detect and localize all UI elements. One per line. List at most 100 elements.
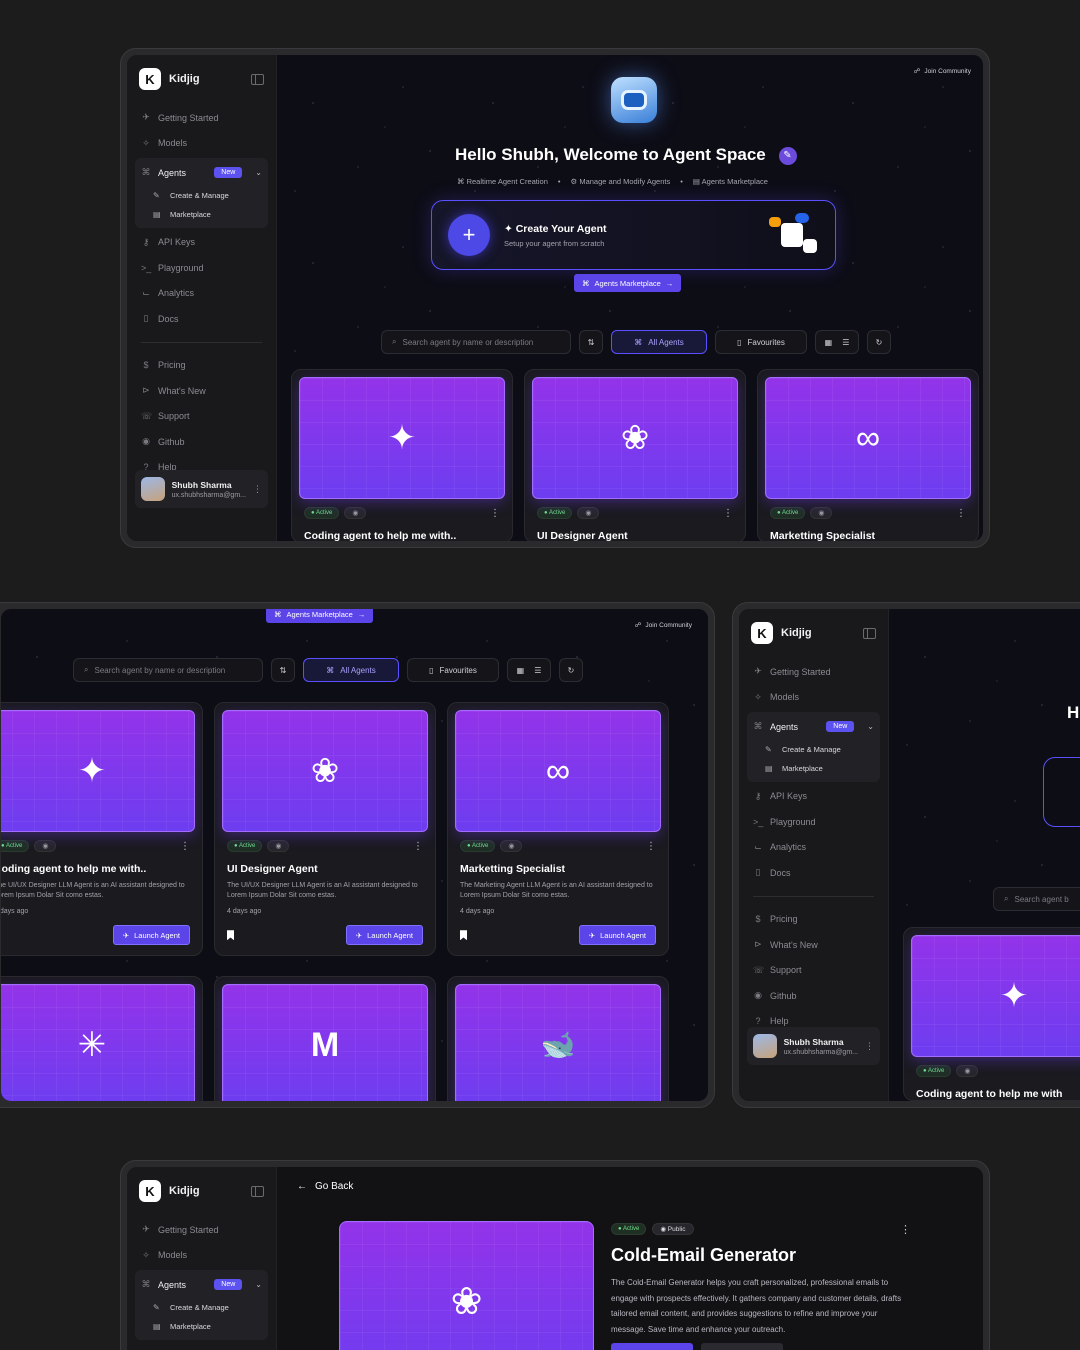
pen-icon: ✎ (153, 1302, 160, 1312)
user-profile[interactable]: Shubh Sharma ux.shubhsharma@gm... ⋮ (747, 1027, 880, 1065)
launch-agent-button[interactable]: ✈ Launch Agent (112, 925, 190, 946)
sort-button[interactable]: ⇅ (579, 330, 603, 354)
feature-list: ⌘ Realtime Agent Creation • ⚙ Manage and… (457, 177, 768, 186)
sidebar-collapse-icon[interactable] (251, 1185, 264, 1197)
agent-card[interactable]: ✦ ● Active ◉ ⋮ Coding agent to help me wit… (1, 702, 203, 957)
agent-card[interactable]: ∞ ● Active ◉ ⋮ Marketting Specialist The M… (447, 702, 669, 957)
sidebar-collapse-icon[interactable] (251, 73, 264, 85)
sidebar-item-models[interactable]: ✧ Models (747, 685, 880, 711)
more-icon[interactable]: ⋮ (646, 841, 656, 852)
sidebar-item-api-keys[interactable]: ⚷API Keys (135, 230, 268, 256)
refresh-button[interactable]: ↻ (559, 658, 583, 682)
grid-view-icon[interactable]: ▦ (825, 338, 833, 347)
tab-favourites[interactable]: ▯ Favourites (715, 330, 807, 354)
sidebar-item-models[interactable]: ✧ Models (135, 131, 268, 157)
sidebar-item-support[interactable]: ☏ Support (135, 404, 268, 430)
tab-all-agents[interactable]: ⌘ All Agents (303, 658, 399, 682)
primary-action-button[interactable] (611, 1343, 693, 1350)
agent-card[interactable]: ✦ ● Active ◉ ⋮ Coding agent to help me wit… (291, 369, 513, 541)
brand[interactable]: K Kidjig (747, 621, 880, 645)
join-community-link[interactable]: ☍ Join Community (635, 621, 692, 630)
brand-name: Kidjig (169, 73, 200, 85)
agent-card[interactable]: ∞ ● Active ◉ ⋮ Marketting Specialist (757, 369, 979, 541)
sidebar-subitem-create-manage[interactable]: ✎ Create & Manage (135, 1298, 268, 1317)
sidebar-item-playground[interactable]: >_ Playground (135, 255, 268, 281)
more-icon[interactable]: ⋮ (900, 1223, 911, 1236)
agent-card[interactable]: M (214, 976, 436, 1101)
more-icon[interactable]: ⋮ (490, 508, 500, 519)
bookmark-icon[interactable] (460, 930, 467, 941)
sort-button[interactable]: ⇅ (271, 658, 295, 682)
user-profile[interactable]: Shubh Sharma ux.shubhsharma@gm... ⋮ (135, 470, 268, 508)
sidebar-item-agents[interactable]: ⌘ Agents New ⌄ (135, 1272, 268, 1298)
sidebar-item-analytics[interactable]: ⌙ Analytics (747, 835, 880, 861)
agent-card[interactable]: ✦ ● Active ◉ Coding agent to help me with (903, 927, 1080, 1101)
join-community-link[interactable]: ☍ Join Community (914, 67, 971, 76)
secondary-action-button[interactable] (701, 1343, 783, 1350)
sidebar-item-support[interactable]: ☏ Support (747, 958, 880, 984)
chevron-down-icon[interactable]: ⌄ (867, 722, 874, 731)
sidebar-item-api-keys[interactable]: ⚷API Keys (135, 1342, 268, 1350)
more-icon[interactable]: ⋮ (723, 508, 733, 519)
sparkle-icon: ✦ (387, 419, 417, 457)
sidebar-item-docs[interactable]: ▯ Docs (747, 860, 880, 886)
more-icon[interactable]: ⋮ (180, 841, 190, 852)
agent-card[interactable]: ❀ ● Active ◉ ⋮ UI Designer Agent (524, 369, 746, 541)
sidebar-item-playground[interactable]: >_ Playground (747, 809, 880, 835)
agent-card[interactable]: 🐋 (447, 976, 669, 1101)
sidebar-collapse-icon[interactable] (863, 627, 876, 639)
sidebar-subitem-create-manage[interactable]: ✎ Create & Manage (135, 186, 268, 205)
create-agent-card[interactable]: + ✦ Create Your Agent Setup your agent f… (431, 200, 836, 270)
eye-icon: ◉ (34, 840, 57, 852)
sidebar-item-getting-started[interactable]: ✈ Getting Started (135, 105, 268, 131)
refresh-button[interactable]: ↻ (867, 330, 891, 354)
list-view-icon[interactable]: ☰ (534, 666, 541, 675)
sidebar-item-agents[interactable]: ⌘ Agents New ⌄ (747, 714, 880, 740)
sidebar-item-models[interactable]: ✧ Models (135, 1243, 268, 1269)
dollar-icon: $ (143, 360, 149, 371)
launch-agent-button[interactable]: ✈ Launch Agent (345, 925, 423, 946)
chevron-down-icon[interactable]: ⌄ (255, 168, 262, 177)
agent-card[interactable]: ❀ ● Active ◉ ⋮ UI Designer Agent The UI/UX… (214, 702, 436, 957)
sidebar-subitem-create-manage[interactable]: ✎ Create & Manage (747, 740, 880, 759)
more-icon[interactable]: ⋮ (865, 1041, 874, 1052)
brand[interactable]: K Kidjig (135, 67, 268, 91)
chevron-down-icon[interactable]: ⌄ (255, 1280, 262, 1289)
agents-marketplace-button[interactable]: ⌘ Agents Marketplace → (574, 274, 682, 292)
search-input[interactable]: ⌕ Search agent b (993, 887, 1080, 911)
search-input[interactable]: ⌕ Search agent by name or description (73, 658, 263, 682)
sidebar-item-github[interactable]: ◉ Github (747, 983, 880, 1009)
tab-favourites[interactable]: ▯ Favourites (407, 658, 499, 682)
view-toggle[interactable]: ▦ ☰ (815, 330, 859, 354)
brand[interactable]: K Kidjig (135, 1179, 268, 1203)
list-view-icon[interactable]: ☰ (842, 338, 849, 347)
sidebar-item-getting-started[interactable]: ✈ Getting Started (747, 659, 880, 685)
sidebar-item-getting-started[interactable]: ✈ Getting Started (135, 1217, 268, 1243)
plus-icon[interactable]: + (448, 214, 490, 256)
tab-all-agents[interactable]: ⌘ All Agents (611, 330, 707, 354)
create-agent-card[interactable] (1043, 757, 1080, 827)
bookmark-icon[interactable] (227, 930, 234, 941)
more-icon[interactable]: ⋮ (413, 841, 423, 852)
sidebar-item-github[interactable]: ◉ Github (135, 429, 268, 455)
sidebar-subitem-marketplace[interactable]: ▤ Marketplace (135, 1317, 268, 1336)
sidebar-item-pricing[interactable]: $ Pricing (747, 907, 880, 933)
more-icon[interactable]: ⋮ (253, 484, 262, 495)
sidebar-subitem-marketplace[interactable]: ▤ Marketplace (135, 205, 268, 224)
go-back-button[interactable]: ← Go Back (297, 1181, 353, 1192)
sidebar-item-pricing[interactable]: $ Pricing (135, 353, 268, 379)
sidebar-item-analytics[interactable]: ⌙ Analytics (135, 281, 268, 307)
sidebar-item-docs[interactable]: ▯ Docs (135, 306, 268, 332)
sidebar-item-agents[interactable]: ⌘ Agents New ⌄ (135, 160, 268, 186)
agents-marketplace-button[interactable]: ⌘ Agents Marketplace → (266, 609, 374, 623)
grid-view-icon[interactable]: ▦ (517, 666, 525, 675)
more-icon[interactable]: ⋮ (956, 508, 966, 519)
sidebar-item-whats-new[interactable]: ⊳ What's New (135, 378, 268, 404)
launch-agent-button[interactable]: ✈ Launch Agent (578, 925, 656, 946)
view-toggle[interactable]: ▦ ☰ (507, 658, 551, 682)
sidebar-item-whats-new[interactable]: ⊳ What's New (747, 932, 880, 958)
agent-card[interactable]: ✳ (1, 976, 203, 1101)
sidebar-item-api-keys[interactable]: ⚷API Keys (747, 784, 880, 810)
search-input[interactable]: ⌕ Search agent by name or description (381, 330, 571, 354)
sidebar-subitem-marketplace[interactable]: ▤ Marketplace (747, 759, 880, 778)
